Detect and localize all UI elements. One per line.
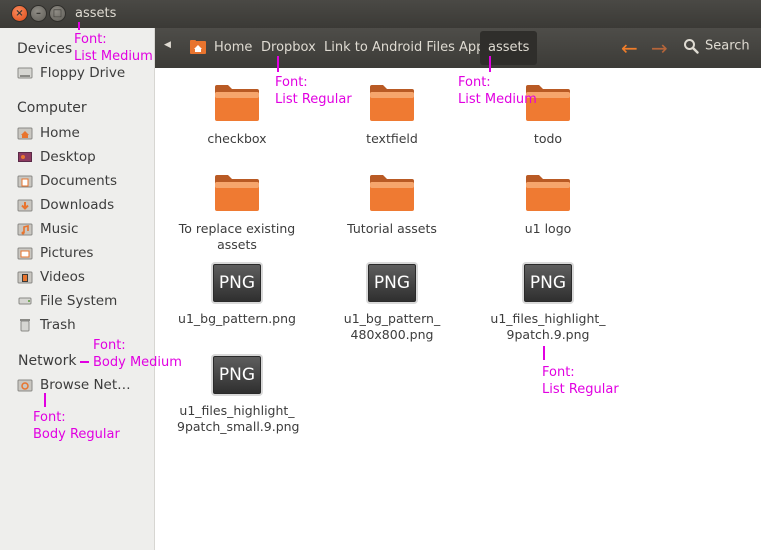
minimize-icon: – [36, 7, 41, 19]
breadcrumb-android-files[interactable]: Link to Android Files App [324, 40, 484, 55]
folder-icon [215, 85, 259, 121]
file-label: u1 logo [524, 221, 572, 236]
annotation-title-font: Font: List Medium [74, 32, 153, 64]
downloads-folder-icon [17, 199, 33, 212]
sidebar-item-music[interactable]: Music [17, 219, 153, 239]
sidebar-item-videos[interactable]: Videos [17, 267, 153, 287]
file-label-line2: assets [217, 237, 257, 252]
close-icon: × [15, 7, 24, 19]
close-window-button[interactable]: × [11, 5, 28, 22]
file-manager-window: × – □ assets ◀ Home Dropbox Link to Andr… [0, 0, 761, 550]
file-label-line2: 9patch_small.9.png [177, 419, 300, 434]
sidebar-item-label: Floppy Drive [40, 65, 126, 81]
annotation-active-crumb-font: Font: List Medium [458, 75, 537, 107]
floppy-drive-icon [17, 67, 33, 79]
pictures-folder-icon [17, 247, 33, 260]
sidebar-item-home[interactable]: Home [17, 123, 153, 143]
desktop-icon [18, 152, 32, 162]
breadcrumb-dropbox[interactable]: Dropbox [261, 40, 316, 55]
png-file-icon: PNG [213, 264, 261, 302]
folder-icon [370, 175, 414, 211]
png-file-icon: PNG [213, 356, 261, 394]
maximize-window-button[interactable]: □ [49, 5, 66, 22]
sidebar-item-pictures[interactable]: Pictures [17, 243, 153, 263]
annotation-file-label-font: Font: List Regular [542, 365, 619, 397]
search-label: Search [705, 38, 750, 54]
annotation-heading-font: Font: Body Medium [93, 338, 182, 370]
sidebar-heading-computer: Computer [17, 100, 87, 116]
file-label: todo [533, 131, 563, 146]
file-item-u1-bg-pattern[interactable]: PNG u1_bg_pattern.png [177, 264, 297, 327]
sidebar-item-label: Desktop [40, 149, 96, 165]
annotation-sidebar-item-font: Font: Body Regular [33, 410, 120, 442]
file-item-u1-bg-pattern-480x800[interactable]: PNG u1_bg_pattern_ 480x800.png [332, 264, 452, 343]
home-folder-icon [190, 40, 206, 54]
maximize-icon: □ [52, 7, 63, 19]
home-folder-icon [17, 127, 33, 140]
title-bar: × – □ assets [0, 0, 761, 28]
file-label: checkbox [207, 131, 267, 146]
breadcrumb-scroll-left-button[interactable]: ◀ [164, 40, 171, 50]
sidebar-item-browse-network[interactable]: Browse Net… [17, 375, 153, 395]
file-item-tutorial-assets[interactable]: Tutorial assets [332, 174, 452, 237]
annotation-marker [543, 346, 545, 360]
file-item-to-replace-existing-assets[interactable]: To replace existing assets [177, 174, 297, 253]
annotation-marker [277, 56, 279, 72]
sidebar-item-downloads[interactable]: Downloads [17, 195, 153, 215]
sidebar-item-label: Browse Net… [40, 377, 131, 393]
sidebar-heading-devices: Devices [17, 41, 73, 57]
annotation-marker [489, 56, 491, 72]
search-icon [684, 39, 699, 54]
sidebar-item-label: Documents [40, 173, 117, 189]
file-label: textfield [366, 131, 418, 146]
search-button[interactable]: Search [683, 38, 750, 54]
annotation-marker [80, 361, 89, 363]
file-label-line2: 480x800.png [350, 327, 434, 342]
file-item-u1-logo[interactable]: u1 logo [488, 174, 608, 237]
sidebar-item-floppy-drive[interactable]: Floppy Drive [17, 63, 153, 83]
sidebar-heading-network: Network [18, 353, 77, 369]
file-item-u1-files-highlight-9patch[interactable]: PNG u1_files_highlight_ 9patch.9.png [488, 264, 608, 343]
annotation-breadcrumb-font: Font: List Regular [275, 75, 352, 107]
file-label-line1: u1_files_highlight_ [179, 403, 295, 418]
file-label-line2: 9patch.9.png [506, 327, 590, 342]
file-system-icon [18, 297, 32, 305]
sidebar-item-label: Downloads [40, 197, 115, 213]
documents-folder-icon [17, 175, 33, 188]
sidebar-item-label: Videos [40, 269, 85, 285]
png-file-icon: PNG [524, 264, 572, 302]
sidebar-item-label: Home [40, 125, 80, 141]
annotation-marker [44, 393, 46, 407]
annotation-marker [78, 22, 80, 30]
sidebar-item-documents[interactable]: Documents [17, 171, 153, 191]
sidebar-item-label: Trash [40, 317, 76, 333]
file-item-u1-files-highlight-9patch-small[interactable]: PNG u1_files_highlight_ 9patch_small.9.p… [177, 356, 300, 435]
file-label-line1: u1_files_highlight_ [490, 311, 606, 326]
breadcrumb-home[interactable]: Home [214, 40, 252, 55]
music-folder-icon [17, 223, 33, 236]
window-title: assets [75, 6, 117, 21]
network-icon [17, 379, 33, 392]
sidebar-item-desktop[interactable]: Desktop [17, 147, 153, 167]
back-arrow-icon[interactable]: ← [621, 38, 638, 58]
folder-icon [370, 85, 414, 121]
file-label-line1: u1_bg_pattern_ [343, 311, 441, 326]
file-label-line1: To replace existing [178, 221, 296, 236]
folder-icon [526, 175, 570, 211]
sidebar-item-trash[interactable]: Trash [17, 315, 153, 335]
sidebar-item-label: Music [40, 221, 79, 237]
png-file-icon: PNG [368, 264, 416, 302]
sidebar-item-file-system[interactable]: File System [17, 291, 153, 311]
forward-arrow-icon[interactable]: → [651, 38, 668, 58]
videos-folder-icon [17, 271, 33, 284]
minimize-window-button[interactable]: – [30, 5, 47, 22]
sidebar-item-label: Pictures [40, 245, 94, 261]
trash-icon [20, 319, 30, 332]
file-label: Tutorial assets [347, 221, 437, 236]
file-label: u1_bg_pattern.png [178, 311, 296, 326]
sidebar-item-label: File System [40, 293, 118, 309]
folder-icon [215, 175, 259, 211]
